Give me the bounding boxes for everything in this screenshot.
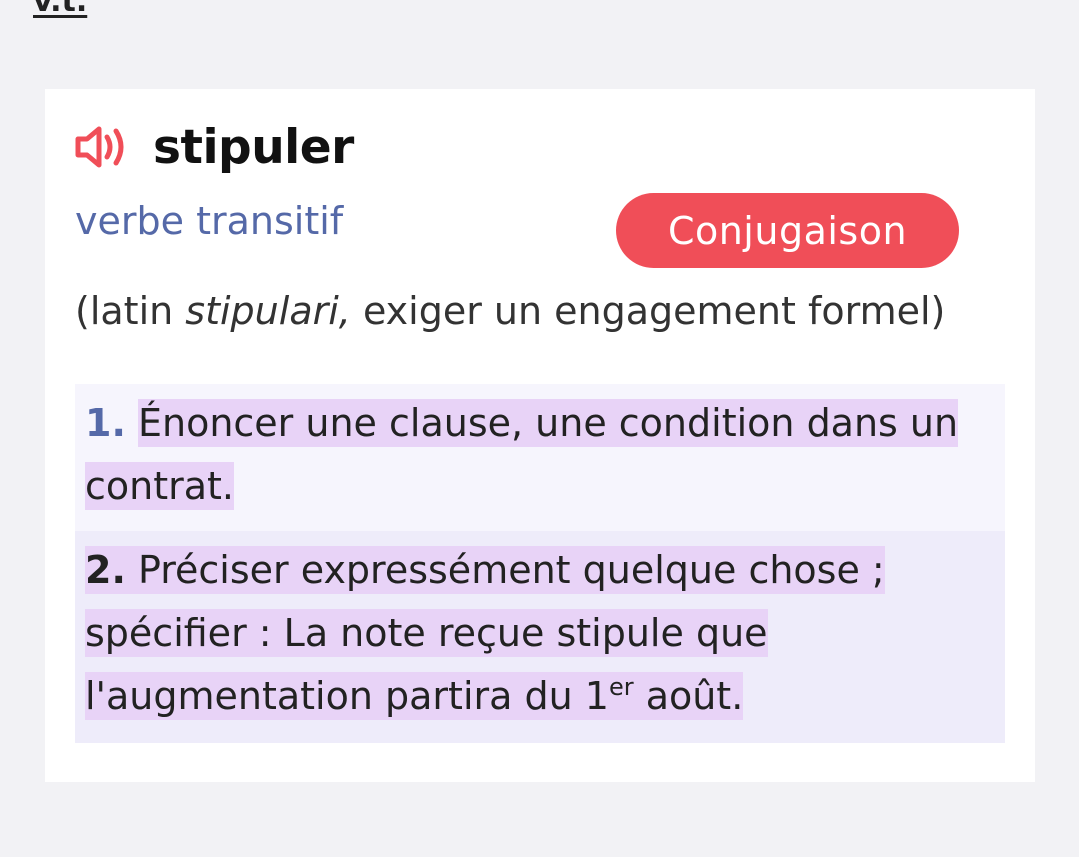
definition-text: 2. Préciser expressément quelque chose ;… bbox=[85, 546, 885, 720]
definition-text: Énoncer une clause, une condition dans u… bbox=[85, 399, 959, 510]
definition-number: 1. bbox=[85, 401, 126, 445]
definition-text-part1: Préciser expressément quelque chose ; sp… bbox=[85, 548, 885, 718]
etymology-latin-word: stipulari, bbox=[185, 289, 351, 333]
headword-row: stipuler bbox=[75, 117, 354, 177]
etymology-suffix: exiger un engagement formel) bbox=[350, 289, 946, 333]
definition-1[interactable]: 1. Énoncer une clause, une condition dan… bbox=[75, 384, 1005, 531]
etymology-prefix: (latin bbox=[75, 289, 186, 333]
definition-2[interactable]: 2. Préciser expressément quelque chose ;… bbox=[75, 531, 1005, 743]
speaker-icon[interactable] bbox=[75, 125, 131, 169]
etymology: (latin stipulari, exiger un engagement f… bbox=[75, 289, 945, 333]
headword: stipuler bbox=[153, 119, 354, 175]
conjugation-button[interactable]: Conjugaison bbox=[616, 193, 959, 268]
dictionary-entry-card: stipuler verbe transitif Conjugaison (la… bbox=[45, 89, 1035, 782]
definition-number: 2. bbox=[85, 548, 126, 592]
grammar-abbreviation: v.t. bbox=[33, 0, 88, 19]
ordinal-superscript: er bbox=[608, 673, 634, 701]
part-of-speech: verbe transitif bbox=[75, 199, 344, 243]
definition-text-part2: août. bbox=[633, 672, 744, 720]
